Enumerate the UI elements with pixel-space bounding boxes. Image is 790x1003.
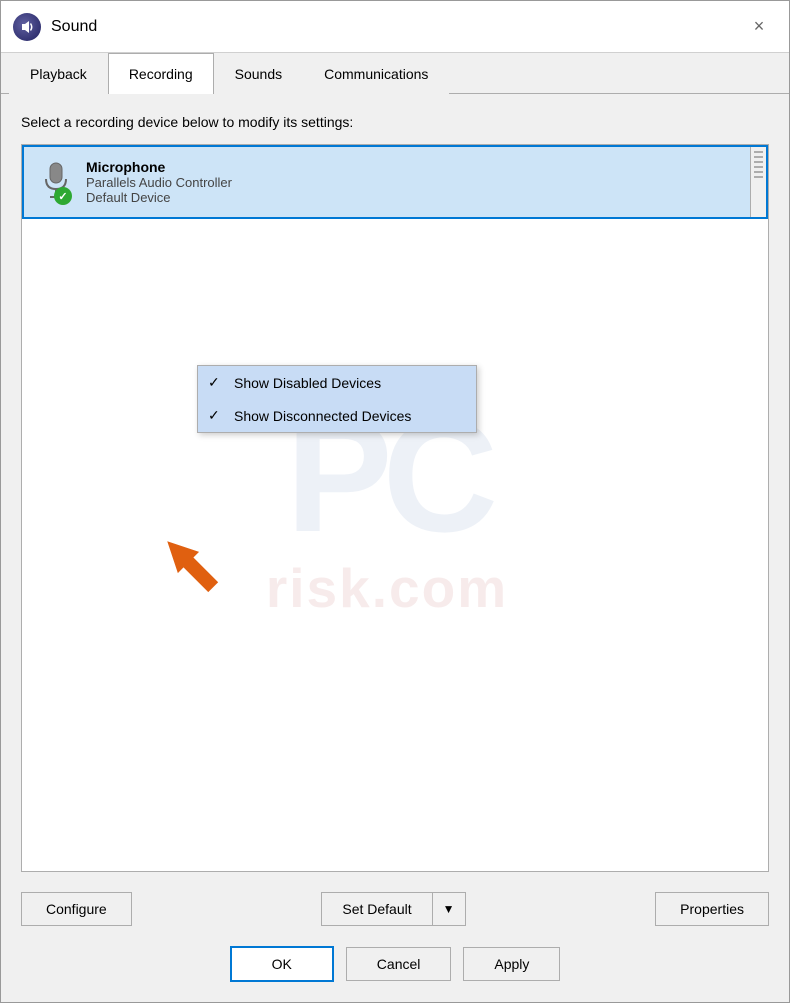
close-button[interactable]: × [741,9,777,45]
check-icon-disconnected: ✓ [208,407,228,424]
arrow-indicator [152,521,232,611]
title-bar: Sound × [1,1,789,53]
scrollbar-line [754,176,763,178]
context-menu[interactable]: ✓ Show Disabled Devices ✓ Show Disconnec… [197,365,477,433]
device-item[interactable]: ✓ Microphone Parallels Audio Controller … [22,145,768,219]
instruction-text: Select a recording device below to modif… [21,114,769,130]
tab-playback[interactable]: Playback [9,53,108,94]
title-bar-left: Sound [13,13,97,41]
device-controller: Parallels Audio Controller [86,175,754,190]
apply-button[interactable]: Apply [463,947,560,981]
scrollbar-lines [751,147,766,182]
show-disconnected-label: Show Disconnected Devices [234,408,411,424]
device-name: Microphone [86,159,754,175]
check-icon-disabled: ✓ [208,374,228,391]
scrollbar-line [754,156,763,158]
properties-button[interactable]: Properties [655,892,769,926]
scrollbar-line [754,161,763,163]
device-info: Microphone Parallels Audio Controller De… [86,159,754,205]
tab-content: Select a recording device below to modif… [1,94,789,882]
context-menu-item-show-disconnected[interactable]: ✓ Show Disconnected Devices [198,399,476,432]
watermark: PC risk.com [22,145,752,871]
device-scrollbar[interactable] [750,147,766,217]
scrollbar-line [754,166,763,168]
tab-sounds[interactable]: Sounds [214,53,303,94]
device-default-label: Default Device [86,190,754,205]
set-default-arrow-button[interactable]: ▼ [432,892,466,926]
bottom-buttons: Configure Set Default ▼ Properties [1,882,789,936]
scrollbar-line [754,151,763,153]
tabs-bar: Playback Recording Sounds Communications [1,53,789,94]
set-default-button[interactable]: Set Default [321,892,431,926]
tab-communications[interactable]: Communications [303,53,449,94]
ok-button[interactable]: OK [230,946,334,982]
scrollbar-line [754,171,763,173]
configure-button[interactable]: Configure [21,892,132,926]
sound-dialog: Sound × Playback Recording Sounds Commun… [0,0,790,1003]
device-icon-wrapper: ✓ [36,157,76,207]
cancel-button[interactable]: Cancel [346,947,452,981]
set-default-group: Set Default ▼ [321,892,465,926]
show-disabled-label: Show Disabled Devices [234,375,381,391]
tab-recording[interactable]: Recording [108,53,214,94]
app-icon [13,13,41,41]
device-list-box[interactable]: PC risk.com ✓ Microphone Parallels Audi [21,144,769,872]
context-menu-item-show-disabled[interactable]: ✓ Show Disabled Devices [198,366,476,399]
default-check-icon: ✓ [54,187,72,205]
action-buttons: OK Cancel Apply [1,936,789,1002]
dialog-title: Sound [51,18,97,36]
watermark-risk: risk.com [266,556,508,620]
